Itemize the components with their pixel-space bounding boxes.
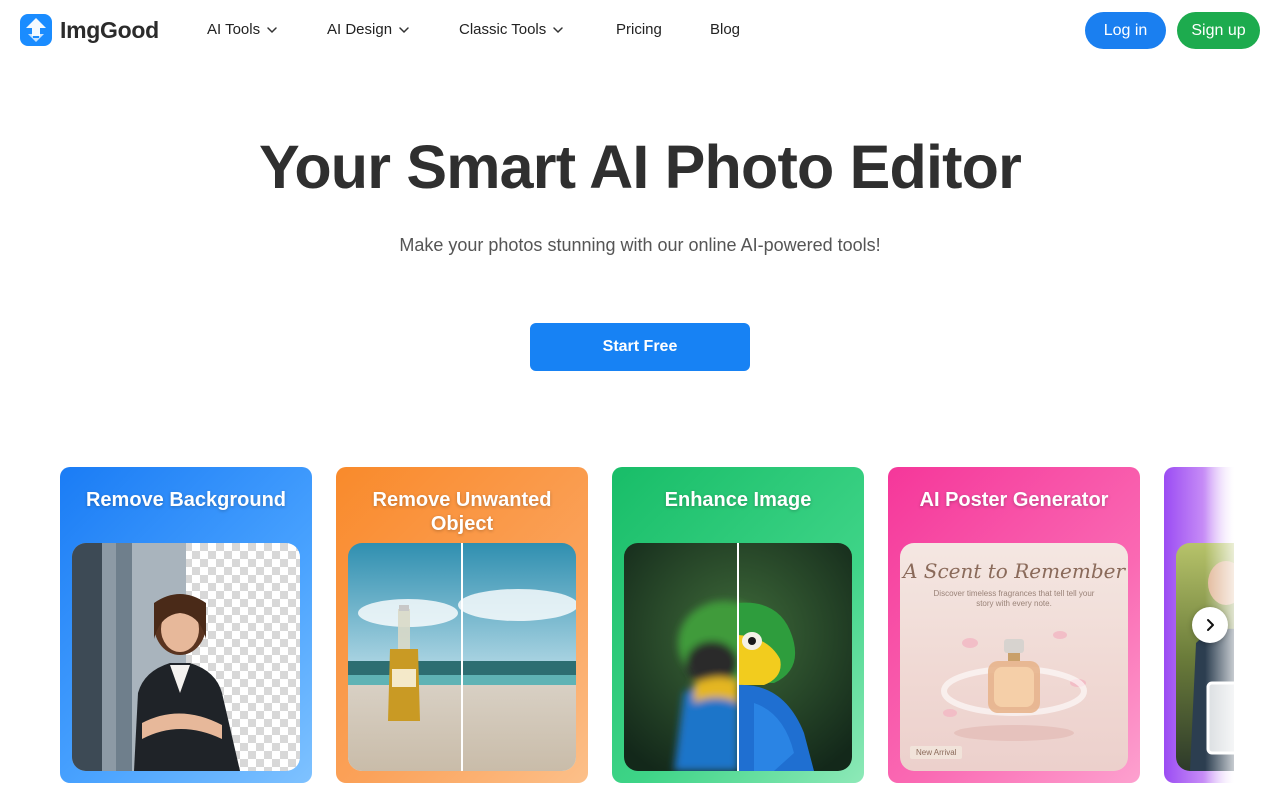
nav-item-classic-tools[interactable]: Classic Tools bbox=[459, 21, 564, 38]
nav-item-label: Pricing bbox=[616, 21, 662, 38]
perfume-bottle-illustration bbox=[941, 631, 1087, 741]
site-header: ImgGood AI Tools AI Design Classic Tools… bbox=[0, 0, 1280, 62]
nav-item-blog[interactable]: Blog bbox=[710, 21, 740, 38]
tool-card-title: AI Poster Generator bbox=[919, 489, 1109, 511]
nav-item-label: AI Tools bbox=[207, 21, 261, 38]
nav-item-ai-design[interactable]: AI Design bbox=[327, 21, 410, 38]
nav-item-ai-tools[interactable]: AI Tools bbox=[207, 21, 278, 38]
hero-title: Your Smart AI Photo Editor bbox=[258, 133, 1022, 201]
tool-card-title: Remove Unwanted Object bbox=[372, 489, 552, 535]
start-free-button[interactable]: Start Free bbox=[530, 323, 750, 371]
enhance-image-preview-image bbox=[624, 543, 852, 771]
chevron-down-icon bbox=[399, 26, 409, 33]
signup-button[interactable]: Sign up bbox=[1177, 12, 1260, 49]
remove-object-preview-image bbox=[348, 543, 576, 771]
tool-card-enhance-image[interactable]: Enhance Image bbox=[612, 467, 864, 783]
login-button[interactable]: Log in bbox=[1085, 12, 1166, 49]
tool-card-remove-unwanted-object[interactable]: Remove Unwanted Object bbox=[336, 467, 588, 783]
tool-cards-carousel: Remove Background Remove Unwanted Object… bbox=[0, 467, 1280, 787]
chevron-right-icon bbox=[1207, 619, 1214, 631]
chevron-down-icon bbox=[553, 26, 564, 33]
tool-card-remove-background[interactable]: Remove Background bbox=[60, 467, 312, 783]
brand-name: ImgGood bbox=[60, 16, 159, 43]
carousel-next-button[interactable] bbox=[1192, 607, 1228, 643]
tool-card-title: Remove Background bbox=[85, 489, 287, 511]
brand-logo[interactable]: ImgGood bbox=[20, 14, 159, 46]
chevron-down-icon bbox=[267, 26, 277, 33]
imggood-logo-icon bbox=[20, 14, 52, 46]
tool-card-title: Enhance Image bbox=[664, 489, 812, 511]
hero-subtitle: Make your photos stunning with our onlin… bbox=[399, 235, 881, 255]
remove-background-preview-image bbox=[72, 543, 300, 771]
poster-tag: New Arrival bbox=[910, 746, 963, 759]
nav-item-label: AI Design bbox=[327, 21, 393, 38]
nav-item-label: Classic Tools bbox=[459, 21, 547, 38]
ai-poster-preview-image: A Scent to Remember Discover timeless fr… bbox=[900, 543, 1128, 771]
nav-item-pricing[interactable]: Pricing bbox=[616, 21, 662, 38]
tool-card-ai-poster-generator[interactable]: AI Poster Generator A Scent to Remember … bbox=[888, 467, 1140, 783]
nav-item-label: Blog bbox=[710, 21, 741, 38]
